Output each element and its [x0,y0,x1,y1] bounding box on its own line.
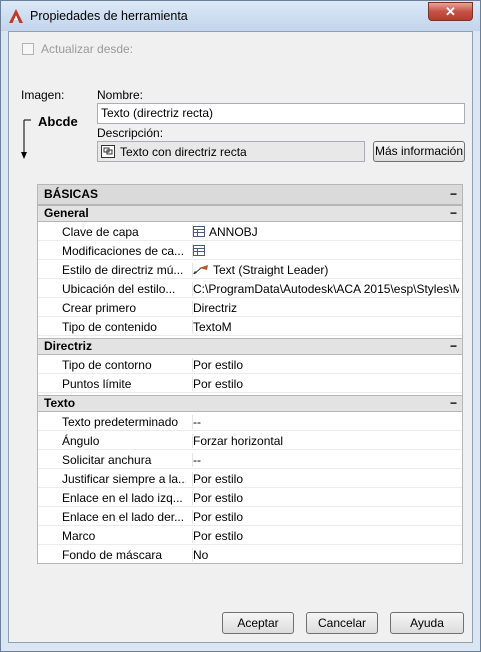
property-row[interactable]: Enlace en el lado der... Por estilo [38,507,462,526]
close-button[interactable]: ✕ [428,2,473,21]
category-basicas[interactable]: BÁSICAS − [38,185,462,205]
update-from-label: Actualizar desde: [41,42,134,56]
property-row[interactable]: Enlace en el lado izq... Por estilo [38,488,462,507]
image-preview[interactable]: Abcde [21,114,91,164]
description-icon [101,145,115,158]
property-value[interactable]: Forzar horizontal [192,434,459,448]
property-name: Texto predeterminado [62,415,179,429]
property-value[interactable] [192,244,459,258]
window-title: Propiedades de herramienta [30,9,188,23]
category-directriz-label: Directriz [44,339,93,353]
property-value[interactable]: Por estilo [192,529,459,543]
description-value: Texto con directriz recta [120,145,247,159]
collapse-icon[interactable]: − [450,339,457,354]
leader-style-icon [193,265,208,275]
table-icon [193,245,205,256]
property-value[interactable]: Por estilo [192,472,459,486]
more-info-button[interactable]: Más información [373,141,465,162]
property-value-text: ANNOBJ [209,225,258,239]
property-row[interactable]: Clave de capa ANNOBJ [38,222,462,241]
property-name: Tipo de contenido [62,320,157,334]
collapse-icon[interactable]: − [450,396,457,411]
category-general[interactable]: General − [38,205,462,222]
property-row[interactable]: Ubicación del estilo... C:\ProgramData\A… [38,279,462,298]
property-row[interactable]: Ángulo Forzar horizontal [38,431,462,450]
property-value[interactable]: Por estilo [192,491,459,505]
preview-text: Abcde [38,114,78,129]
tool-properties-window: Propiedades de herramienta ✕ Actualizar … [0,0,481,652]
property-value[interactable]: Por estilo [192,377,459,391]
category-texto[interactable]: Texto − [38,395,462,412]
property-name: Ángulo [62,434,100,448]
property-name: Justificar siempre a la... [62,472,186,486]
property-name: Crear primero [62,301,137,315]
properties-grid[interactable]: BÁSICAS − General − Clave de capa ANNOBJ… [37,184,463,564]
property-row[interactable]: Modificaciones de ca... [38,241,462,260]
property-row[interactable]: Estilo de directriz mú... Text (Straight… [38,260,462,279]
help-button[interactable]: Ayuda [390,612,464,634]
property-name: Enlace en el lado der... [62,510,185,524]
property-name: Ubicación del estilo... [62,282,176,296]
property-row[interactable]: Tipo de contenido TextoM [38,317,462,336]
ok-button[interactable]: Aceptar [222,612,294,634]
category-general-label: General [44,206,89,220]
property-value[interactable]: -- [192,453,459,467]
description-field[interactable]: Texto con directriz recta [97,141,365,162]
collapse-icon[interactable]: − [450,206,457,221]
property-row[interactable]: Texto predeterminado -- [38,412,462,431]
table-icon [193,226,205,237]
image-label: Imagen: [21,88,65,102]
title-bar[interactable]: Propiedades de herramienta ✕ [1,1,480,31]
autocad-logo-icon [9,9,23,23]
property-value[interactable]: Directriz [192,301,459,315]
property-value[interactable]: No [192,548,459,562]
property-row[interactable]: Justificar siempre a la... Por estilo [38,469,462,488]
dialog-client-area: Actualizar desde: Imagen: Nombre: Texto … [8,31,473,643]
category-basicas-label: BÁSICAS [44,187,99,201]
collapse-icon[interactable]: − [450,185,457,204]
property-value[interactable]: Por estilo [192,358,459,372]
close-icon: ✕ [445,4,456,19]
property-row[interactable]: Solicitar anchura -- [38,450,462,469]
property-name: Fondo de máscara [62,548,163,562]
property-row[interactable]: Fondo de máscara No [38,545,462,563]
property-row[interactable]: Puntos límite Por estilo [38,374,462,393]
property-value-text: Text (Straight Leader) [213,263,329,277]
property-value[interactable]: Por estilo [192,510,459,524]
property-name: Enlace en el lado izq... [62,491,183,505]
category-texto-label: Texto [44,396,76,410]
property-value[interactable]: ANNOBJ [192,225,459,239]
name-field[interactable]: Texto (directriz recta) [97,103,465,124]
property-value[interactable]: Text (Straight Leader) [192,263,459,277]
property-value[interactable]: TextoM [192,320,459,334]
name-label: Nombre: [97,88,144,102]
property-name: Puntos límite [62,377,132,391]
property-name: Modificaciones de ca... [62,244,185,258]
update-from-checkbox[interactable] [22,43,34,55]
property-row[interactable]: Crear primero Directriz [38,298,462,317]
property-value[interactable]: -- [192,415,459,429]
property-name: Estilo de directriz mú... [62,263,184,277]
property-name: Marco [62,529,96,543]
property-value[interactable]: C:\ProgramData\Autodesk\ACA 2015\esp\Sty… [192,282,459,296]
cancel-button[interactable]: Cancelar [306,612,378,634]
property-name: Clave de capa [62,225,139,239]
property-name: Solicitar anchura [62,453,152,467]
property-name: Tipo de contorno [62,358,152,372]
category-directriz[interactable]: Directriz − [38,338,462,355]
property-row[interactable]: Marco Por estilo [38,526,462,545]
description-label: Descripción: [97,126,164,140]
property-row[interactable]: Tipo de contorno Por estilo [38,355,462,374]
